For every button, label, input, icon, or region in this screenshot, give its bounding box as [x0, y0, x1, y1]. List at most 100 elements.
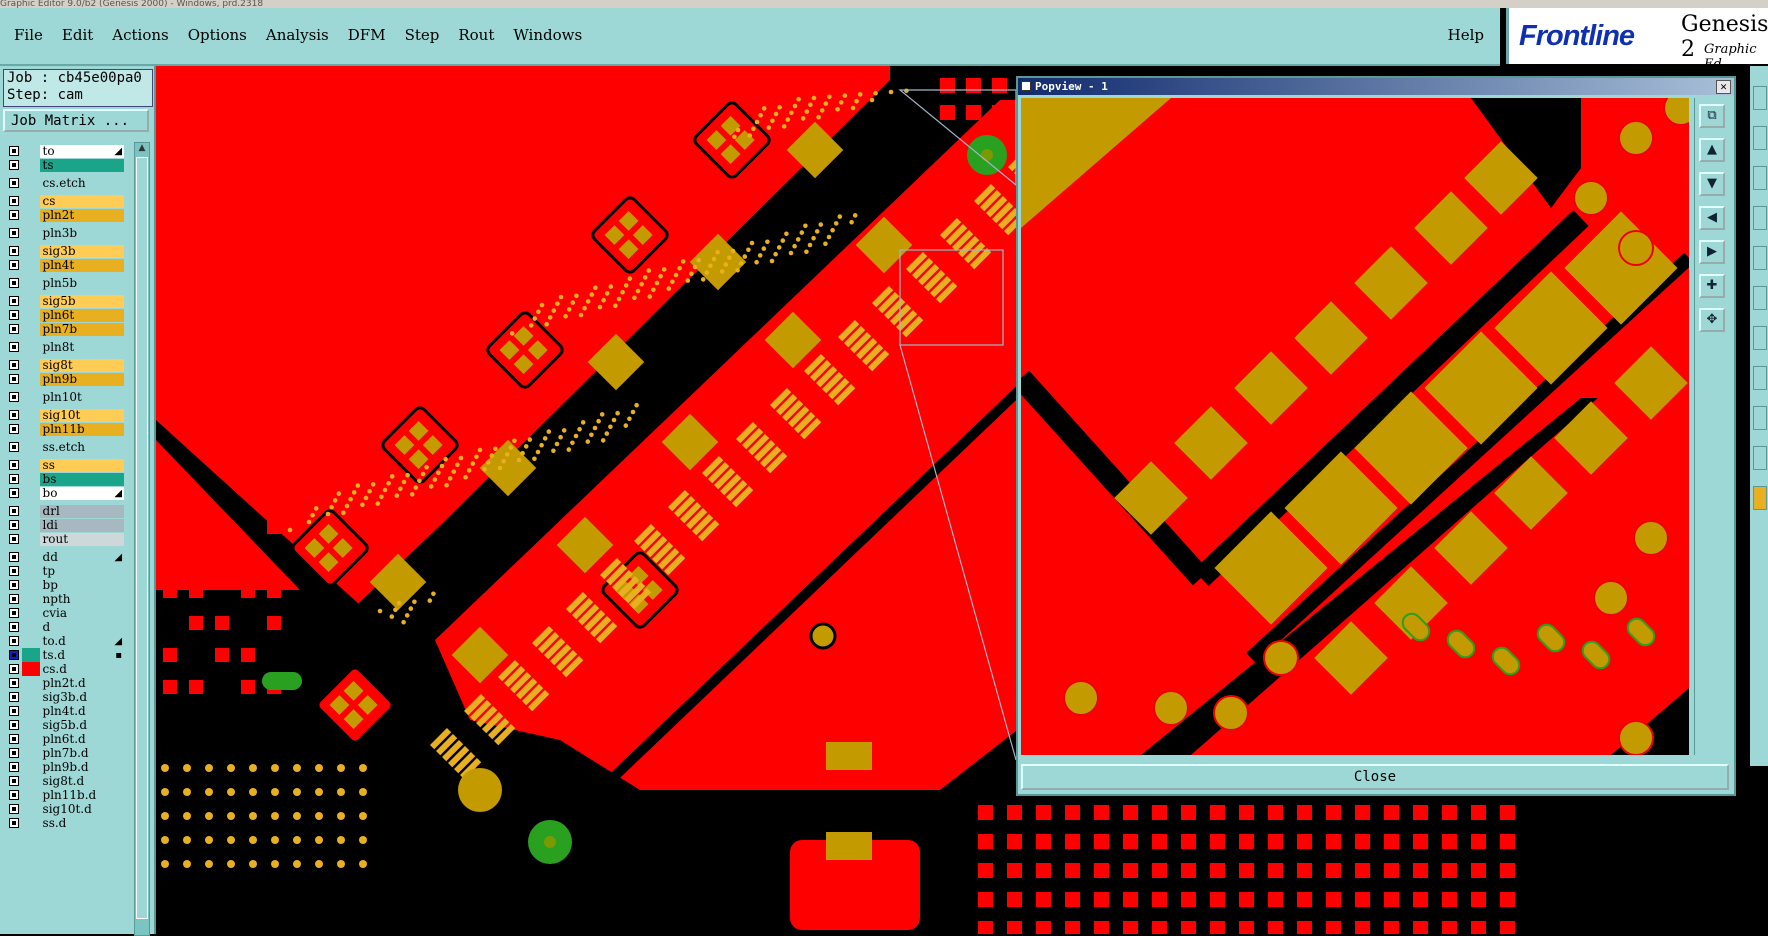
layer-row-ts[interactable]: ts — [6, 158, 125, 172]
layer-checkbox[interactable] — [9, 636, 19, 646]
toolbar-button[interactable] — [1753, 486, 1767, 510]
layer-name[interactable]: sig10t — [39, 408, 125, 422]
layer-row-pln9b-d[interactable]: pln9b.d — [6, 760, 125, 774]
layer-color-swatch[interactable] — [22, 440, 40, 454]
layer-name[interactable]: bo ◢ — [39, 486, 125, 500]
layer-name[interactable]: ts — [39, 158, 125, 172]
layer-row-pln11b-d[interactable]: pln11b.d — [6, 788, 125, 802]
layer-checkbox[interactable] — [9, 580, 19, 590]
popview-title-bar[interactable]: Popview - 1 ✕ — [1018, 78, 1734, 95]
layer-name[interactable]: bs — [39, 472, 125, 486]
layer-row-pln6t[interactable]: pln6t — [6, 308, 125, 322]
toolbar-button[interactable] — [1753, 406, 1767, 430]
layer-color-swatch[interactable] — [21, 662, 40, 676]
layer-checkbox[interactable] — [9, 360, 19, 370]
layer-color-swatch[interactable] — [22, 408, 40, 422]
layer-color-swatch[interactable] — [22, 244, 40, 258]
layer-color-swatch[interactable] — [22, 226, 40, 240]
pan-up-icon[interactable]: ▲ — [1699, 138, 1725, 162]
layer-color-swatch[interactable] — [22, 340, 40, 354]
layer-name[interactable]: cs.etch — [39, 176, 125, 190]
layer-row-to-d[interactable]: to.d ◢ — [6, 634, 125, 648]
layer-color-swatch[interactable] — [22, 486, 40, 500]
layer-checkbox[interactable] — [9, 566, 19, 576]
layer-name[interactable]: sig3b.d — [39, 690, 125, 704]
toolbar-button[interactable] — [1753, 446, 1767, 470]
layer-checkbox[interactable] — [9, 342, 19, 352]
layer-checkbox[interactable] — [9, 692, 19, 702]
layer-checkbox[interactable] — [9, 324, 19, 334]
layer-checkbox[interactable] — [9, 160, 19, 170]
layer-row-cvia[interactable]: cvia — [6, 606, 125, 620]
menu-actions[interactable]: Actions — [112, 26, 168, 44]
menu-step[interactable]: Step — [405, 26, 440, 44]
layer-color-swatch[interactable] — [22, 518, 40, 532]
layer-color-swatch[interactable] — [22, 390, 40, 404]
toolbar-button[interactable] — [1753, 166, 1767, 190]
layer-name[interactable]: sig10t.d — [39, 802, 125, 816]
layer-row-tp[interactable]: tp — [6, 564, 125, 578]
layer-checkbox[interactable] — [9, 520, 19, 530]
layer-color-swatch[interactable] — [22, 358, 40, 372]
layer-name[interactable]: pln7b — [39, 322, 125, 336]
scroll-up-arrow-icon[interactable]: ▲ — [135, 143, 149, 155]
layer-name[interactable]: pln7b.d — [39, 746, 125, 760]
layer-row-pln6t-d[interactable]: pln6t.d — [6, 732, 125, 746]
layer-row-bs[interactable]: bs — [6, 472, 125, 486]
layer-row-pln2t-d[interactable]: pln2t.d — [6, 676, 125, 690]
menu-options[interactable]: Options — [188, 26, 247, 44]
layer-color-swatch[interactable] — [22, 458, 40, 472]
layer-row-pln2t[interactable]: pln2t — [6, 208, 125, 222]
layer-checkbox[interactable] — [9, 762, 19, 772]
layer-name[interactable]: pln2t — [39, 208, 125, 222]
layer-name[interactable]: to ◢ — [39, 144, 125, 158]
layer-checkbox[interactable] — [9, 706, 19, 716]
scroll-thumb[interactable] — [136, 157, 148, 919]
layer-name[interactable]: pln9b.d — [39, 760, 125, 774]
popview-zoom-view[interactable] — [1021, 98, 1689, 755]
layer-checkbox[interactable] — [9, 278, 19, 288]
layer-checkbox[interactable] — [9, 260, 19, 270]
layer-checkbox[interactable] — [9, 534, 19, 544]
layer-name[interactable]: drl — [39, 504, 125, 518]
layer-color-swatch[interactable] — [22, 158, 40, 172]
layer-color-swatch[interactable] — [22, 208, 40, 222]
layer-checkbox[interactable] — [9, 664, 19, 674]
layer-row-sig10t-d[interactable]: sig10t.d — [6, 802, 125, 816]
layer-color-swatch[interactable] — [22, 690, 40, 704]
layer-checkbox[interactable] — [9, 678, 19, 688]
job-matrix-button[interactable]: Job Matrix ... — [3, 109, 149, 132]
toolbar-button[interactable] — [1753, 86, 1767, 110]
layer-name[interactable]: pln8t — [39, 340, 125, 354]
layer-row-pln7b[interactable]: pln7b — [6, 322, 125, 336]
layer-color-swatch[interactable] — [22, 634, 40, 648]
pan-right-icon[interactable]: ▶ — [1699, 240, 1725, 264]
menu-file[interactable]: File — [14, 26, 43, 44]
layer-row-pln5b[interactable]: pln5b — [6, 276, 125, 290]
layer-checkbox[interactable] — [9, 818, 19, 828]
toolbar-button[interactable] — [1753, 366, 1767, 390]
layer-checkbox[interactable] — [9, 196, 19, 206]
toolbar-button[interactable] — [1753, 126, 1767, 150]
layer-row-sig8t-d[interactable]: sig8t.d — [6, 774, 125, 788]
menu-windows[interactable]: Windows — [513, 26, 582, 44]
layer-checkbox[interactable] — [9, 594, 19, 604]
layer-checkbox[interactable] — [9, 296, 19, 306]
layer-scrollbar[interactable]: ▲ — [134, 142, 150, 936]
layer-name[interactable]: sig8t — [39, 358, 125, 372]
layer-color-swatch[interactable] — [22, 564, 40, 578]
layer-color-swatch[interactable] — [22, 322, 40, 336]
layer-name[interactable]: pln4t.d — [39, 704, 125, 718]
layer-color-swatch[interactable] — [22, 606, 40, 620]
layer-row-d[interactable]: d — [6, 620, 125, 634]
menu-help[interactable]: Help — [1448, 26, 1484, 44]
layer-color-swatch[interactable] — [22, 308, 40, 322]
layer-row-dd[interactable]: dd ◢ — [6, 550, 125, 564]
layer-checkbox[interactable] — [9, 146, 19, 156]
layer-name[interactable]: ldi — [39, 518, 125, 532]
zoom-in-icon[interactable]: ✚ — [1699, 274, 1725, 298]
layer-checkbox[interactable] — [9, 210, 19, 220]
layer-row-sig8t[interactable]: sig8t — [6, 358, 125, 372]
layer-name[interactable]: cs — [39, 194, 125, 208]
close-icon[interactable]: ✕ — [1716, 80, 1731, 94]
